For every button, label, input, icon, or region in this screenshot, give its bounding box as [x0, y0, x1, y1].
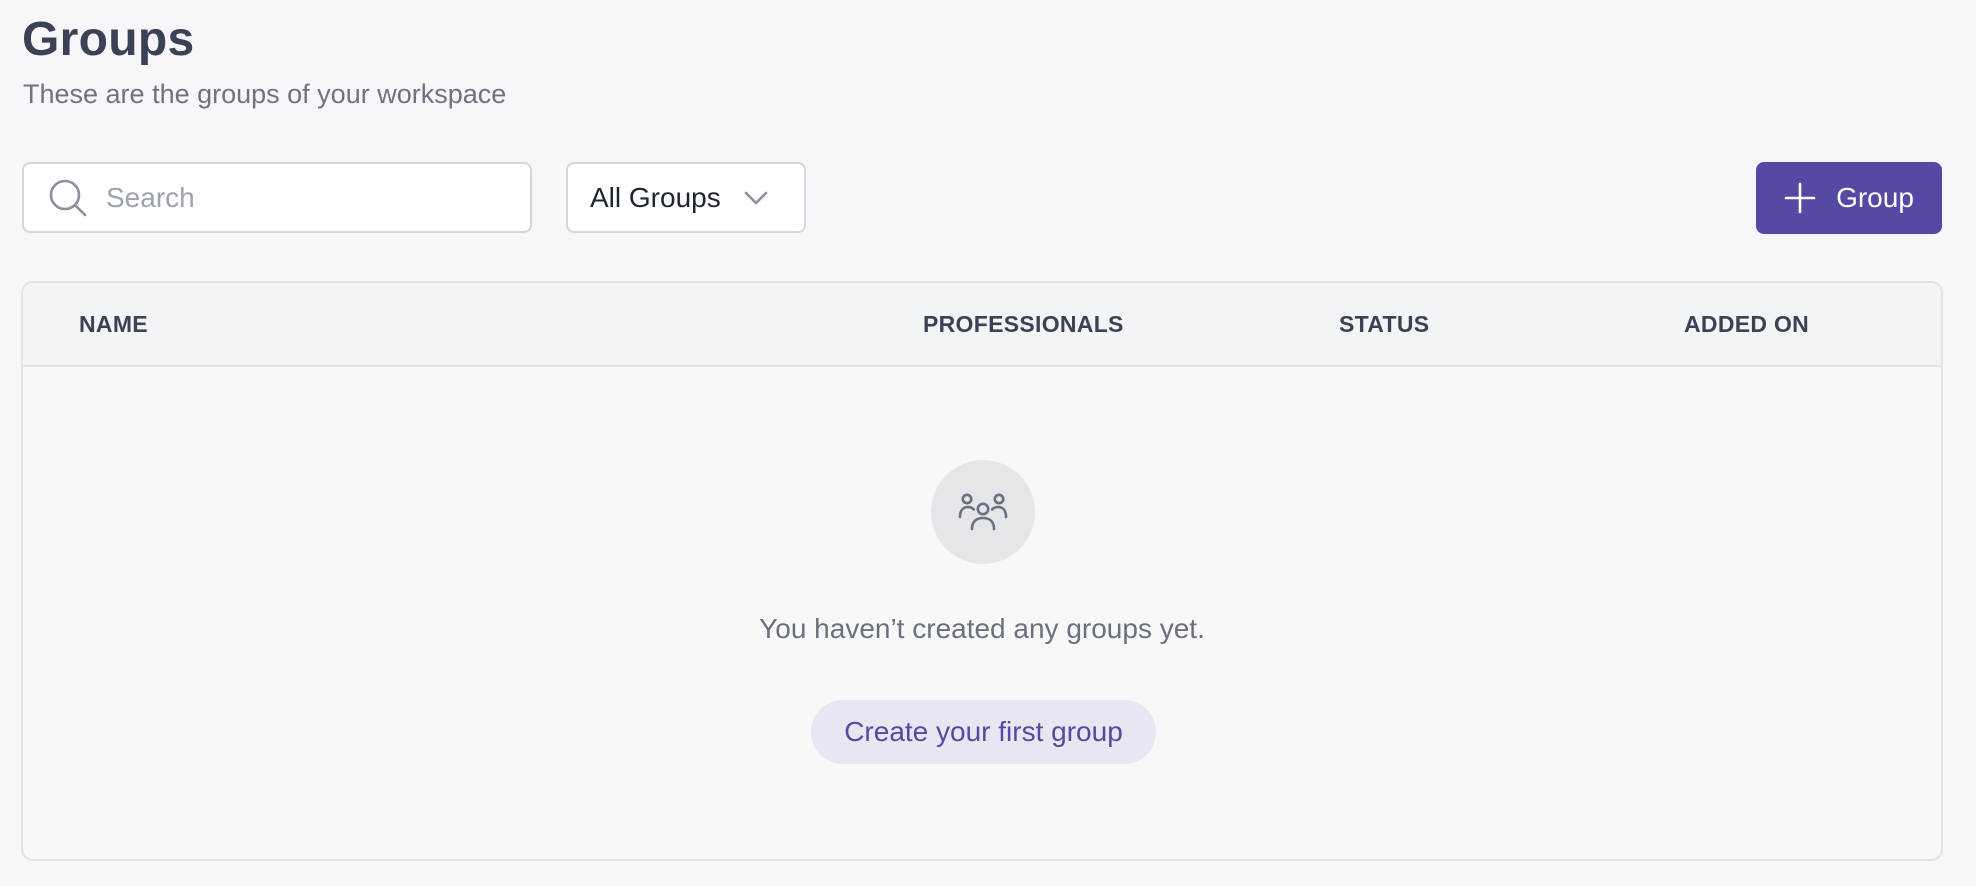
add-group-label: Group: [1836, 182, 1914, 213]
plus-icon: [1784, 182, 1816, 214]
search-input[interactable]: [106, 181, 486, 214]
search-box[interactable]: [22, 162, 532, 233]
empty-state-icon-wrapper: [931, 460, 1035, 564]
search-icon: [48, 178, 88, 218]
page-subtitle: These are the groups of your workspace: [23, 79, 507, 109]
add-group-button[interactable]: Group: [1756, 162, 1942, 234]
column-header-added-on[interactable]: ADDED ON: [1684, 283, 1809, 365]
column-header-professionals[interactable]: PROFESSIONALS: [923, 283, 1124, 365]
column-header-status[interactable]: STATUS: [1339, 283, 1429, 365]
group-filter-select[interactable]: All Groups: [566, 162, 806, 233]
page-title: Groups: [22, 13, 195, 66]
users-icon: [958, 492, 1008, 532]
empty-state-message: You haven’t created any groups yet.: [759, 613, 1205, 644]
column-header-name[interactable]: NAME: [79, 283, 148, 365]
table-header: NAME PROFESSIONALS STATUS ADDED ON: [23, 283, 1941, 367]
create-first-group-button[interactable]: Create your first group: [811, 700, 1156, 764]
chevron-down-icon: [743, 190, 769, 206]
groups-table: NAME PROFESSIONALS STATUS ADDED ON You h…: [21, 281, 1943, 861]
group-filter-value: All Groups: [590, 181, 721, 213]
